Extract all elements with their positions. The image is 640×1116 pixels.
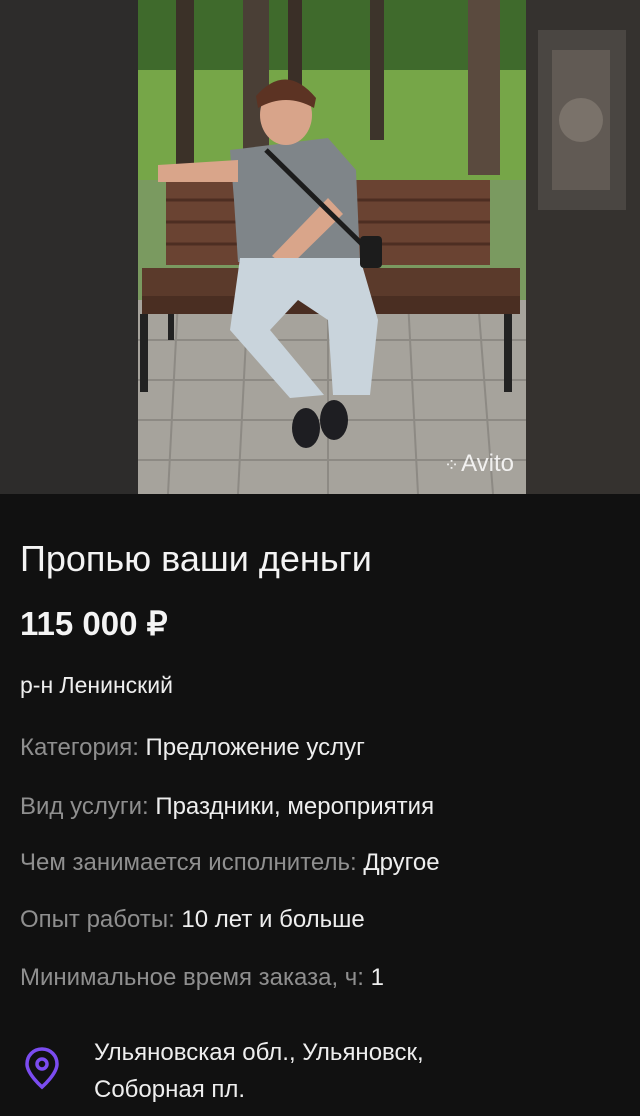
param-label: Категория: <box>20 734 146 761</box>
param-row-service-type: Вид услуги: Праздники, мероприятия <box>20 793 434 821</box>
param-label: Минимальное время заказа, ч: <box>20 964 371 991</box>
param-value: Праздники, мероприятия <box>155 793 435 820</box>
location-address[interactable]: Ульяновская обл., Ульяновск, Соборная пл… <box>94 1034 424 1108</box>
avito-watermark: ⁘Avito <box>443 450 514 477</box>
param-value: 10 лет и больше <box>181 906 365 933</box>
param-row-min-order-time: Минимальное время заказа, ч: 1 <box>20 964 384 992</box>
param-value: 1 <box>370 964 384 991</box>
listing-details: Пропью ваши деньги 115 000 ₽ р-н Ленинск… <box>0 494 640 1116</box>
param-label: Опыт работы: <box>20 906 182 933</box>
param-row-performer-activity: Чем занимается исполнитель: Другое <box>20 849 440 877</box>
next-photo-preview[interactable] <box>526 0 640 494</box>
param-label: Вид услуги: <box>20 793 156 820</box>
listing-photo[interactable]: ⁘Avito <box>138 0 526 494</box>
photo-image <box>138 0 526 494</box>
location-pin-icon <box>25 1047 59 1090</box>
param-label: Чем занимается исполнитель: <box>20 849 364 876</box>
param-row-category: Категория: Предложение услуг <box>20 734 365 762</box>
photo-gallery[interactable]: ⁘Avito <box>0 0 640 494</box>
address-line-1: Ульяновская обл., Ульяновск, <box>94 1039 424 1066</box>
listing-price: 115 000 ₽ <box>20 605 168 642</box>
next-photo-image <box>526 0 640 494</box>
listing-district: р-н Ленинский <box>20 672 173 698</box>
listing-title: Пропью ваши деньги <box>20 538 372 579</box>
param-value: Другое <box>363 849 440 876</box>
param-row-experience: Опыт работы: 10 лет и больше <box>20 906 365 934</box>
param-value: Предложение услуг <box>145 734 365 761</box>
address-line-2: Соборная пл. <box>94 1076 246 1103</box>
